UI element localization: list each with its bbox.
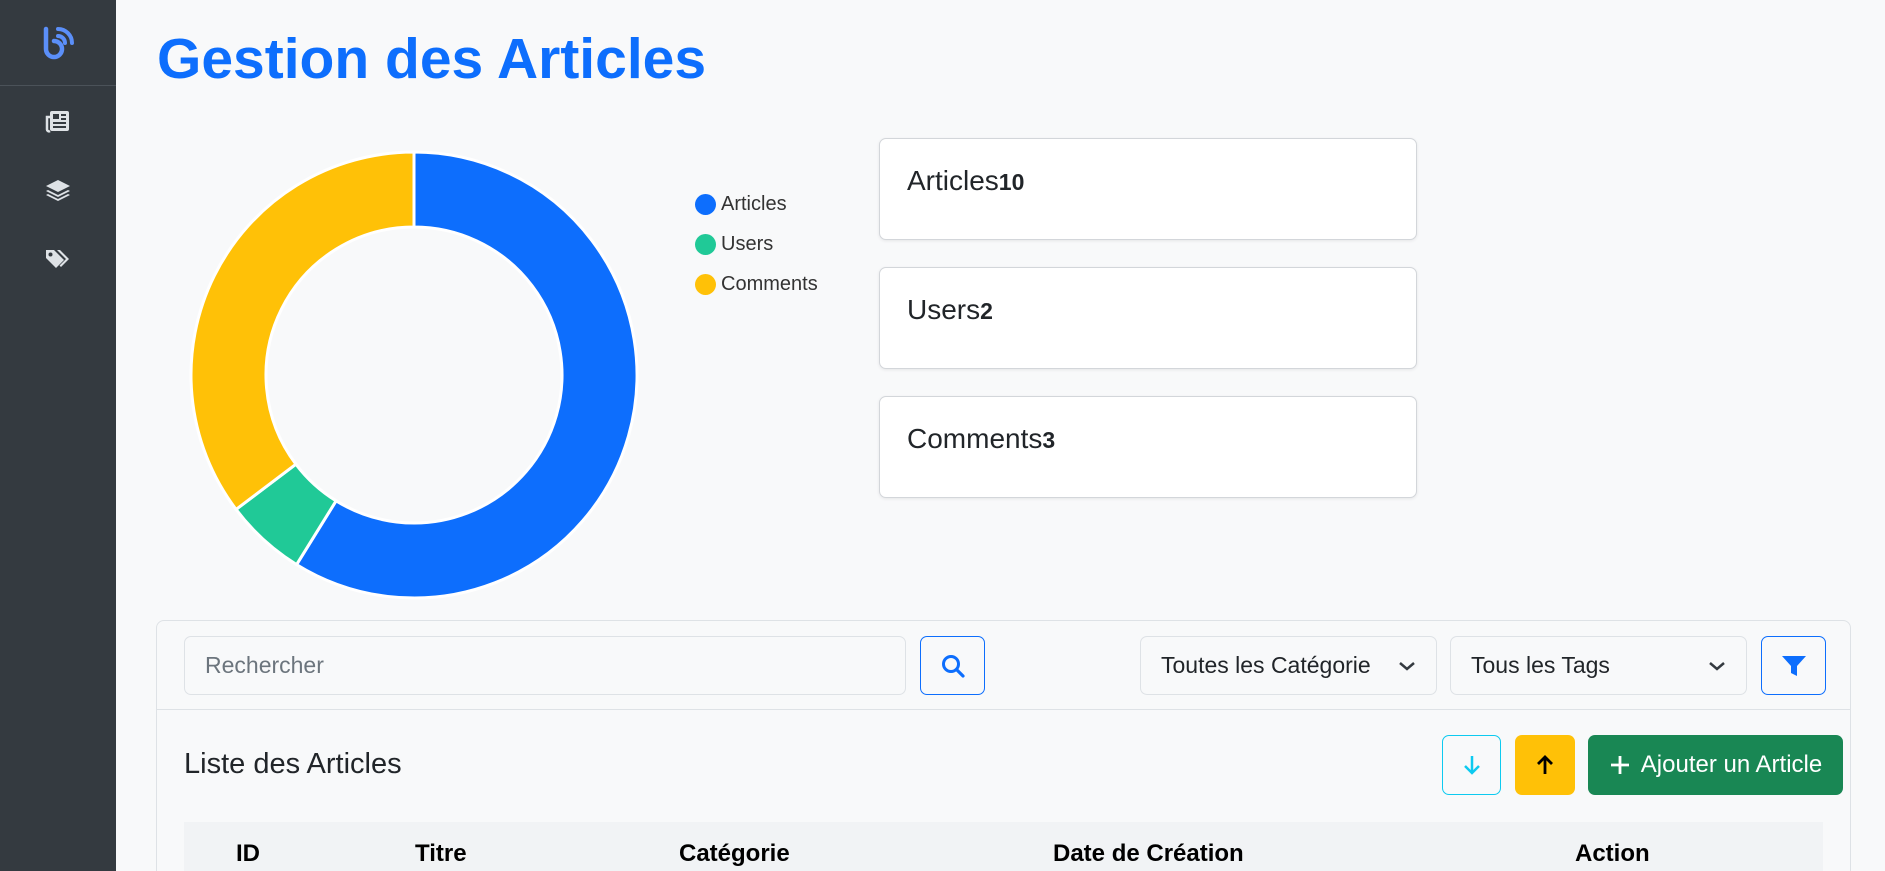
articles-panel: Toutes les Catégorie Tous les Tags Liste… xyxy=(156,620,1851,871)
newspaper-icon xyxy=(45,110,69,132)
legend-label: Comments xyxy=(721,272,818,295)
legend-swatch xyxy=(695,233,716,255)
page-title: Gestion des Articles xyxy=(157,27,707,91)
category-select[interactable]: Toutes les Catégorie xyxy=(1140,636,1437,695)
sidebar-item-categories[interactable] xyxy=(0,155,116,224)
sidebar-item-tags[interactable] xyxy=(0,224,116,293)
sidebar-item-articles[interactable] xyxy=(0,86,116,155)
main-content: Gestion des Articles Articles Users Comm… xyxy=(116,0,1885,871)
plus-icon xyxy=(1610,756,1629,774)
column-header-id[interactable]: ID xyxy=(236,840,260,868)
filter-button[interactable] xyxy=(1761,636,1826,695)
legend-swatch xyxy=(695,193,716,215)
stat-count: 3 xyxy=(1042,427,1056,453)
stat-label: Articles xyxy=(907,165,999,196)
donut-chart-svg xyxy=(189,150,639,600)
app-logo[interactable] xyxy=(0,0,116,86)
chevron-down-icon xyxy=(1399,661,1415,671)
sort-asc-button[interactable] xyxy=(1515,735,1575,795)
column-header-action[interactable]: Action xyxy=(1575,840,1650,868)
tags-select-value: Tous les Tags xyxy=(1471,652,1610,678)
search-icon xyxy=(941,654,965,678)
list-header: Liste des Articles Ajouter un Article xyxy=(157,710,1850,822)
blog-logo-icon xyxy=(43,26,74,59)
sidebar xyxy=(0,0,116,871)
filter-icon xyxy=(1781,655,1806,676)
chevron-down-icon xyxy=(1709,661,1725,671)
legend-item-comments[interactable]: Comments xyxy=(695,264,818,304)
add-article-button[interactable]: Ajouter un Article xyxy=(1588,735,1843,795)
stat-card-comments: Comments3 xyxy=(879,396,1417,498)
search-input[interactable] xyxy=(184,636,906,695)
list-title: Liste des Articles xyxy=(184,748,402,780)
filter-toolbar: Toutes les Catégorie Tous les Tags xyxy=(157,621,1850,710)
column-header-date[interactable]: Date de Création xyxy=(1053,840,1244,868)
legend-item-users[interactable]: Users xyxy=(695,224,818,264)
sort-desc-button[interactable] xyxy=(1442,735,1501,795)
tags-select[interactable]: Tous les Tags xyxy=(1450,636,1747,695)
stat-card-articles: Articles10 xyxy=(879,138,1417,240)
stat-count: 10 xyxy=(998,169,1025,195)
legend-item-articles[interactable]: Articles xyxy=(695,184,818,224)
tags-icon xyxy=(46,249,69,268)
arrow-down-icon xyxy=(1463,756,1480,775)
column-header-category[interactable]: Catégorie xyxy=(679,840,790,868)
legend-label: Articles xyxy=(721,192,787,215)
donut-chart xyxy=(189,150,639,600)
legend-swatch xyxy=(695,273,716,295)
layers-icon xyxy=(46,179,70,201)
donut-slice-comments[interactable] xyxy=(189,150,416,512)
stat-label: Users xyxy=(907,294,981,325)
chart-legend: Articles Users Comments xyxy=(695,184,818,304)
legend-label: Users xyxy=(721,232,774,255)
arrow-up-icon xyxy=(1537,755,1553,774)
stat-count: 2 xyxy=(980,298,993,324)
search-button[interactable] xyxy=(920,636,985,695)
add-article-label: Ajouter un Article xyxy=(1640,751,1823,778)
column-header-title[interactable]: Titre xyxy=(415,840,467,868)
category-select-value: Toutes les Catégorie xyxy=(1161,652,1371,678)
stat-label: Comments xyxy=(907,423,1043,454)
table-header: ID Titre Catégorie Date de Création Acti… xyxy=(184,822,1823,871)
stat-card-users: Users2 xyxy=(879,267,1417,369)
